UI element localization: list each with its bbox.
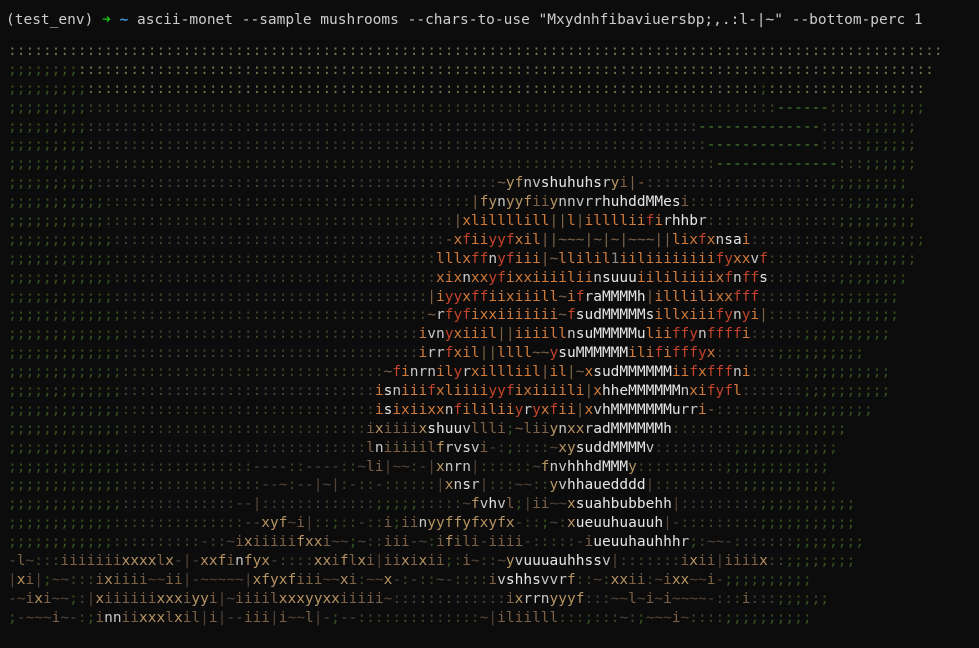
ascii-art-row: ;;;;;;;;;:::::::::::::::::::::::::::::::… [8,118,917,135]
ascii-art-row: ;;;;;;;;;:::::::::::::::::::::::::::::::… [8,99,926,116]
ascii-art-row: ;;;;;;;;;;;;;:::::::::::::::----::----::… [8,458,830,475]
ascii-art-row: ;;;;;;;;;;;:::::::::::::::::::::::::::::… [8,194,917,211]
ascii-art-row: ;;;;;;;;;;::::::::::::::::::::::::::::::… [8,175,908,192]
ascii-art-row: ;;;;;;;;;;;;;:::::::::::::::::::::::::::… [8,439,838,456]
ascii-art-row: ;-~~~i~-:;inniixxxlxil|i|--iii|i~~l|-;--… [8,609,812,626]
ascii-art-row: ;;;;;;;;;;;;;::::::::::::::::--~:--|~|:-… [8,477,838,494]
ascii-art-row: ;;;;;;;;::::::::::::::::::::::::::::::::… [8,61,934,78]
ascii-art-row: ;;;;;;;;;;;;:::::::::::::::--xyf~i|::;::… [8,515,856,532]
ascii-art-row: ;;;;;;;;;;;;::::::::::-::~ixiiiiifxxi~~;… [8,534,864,551]
ascii-art-row: ;;;;;;;;;;;;::::::::::::::::::::::::::::… [8,288,899,305]
current-directory: ~ [119,12,129,28]
ascii-art-row: ;;;;;;;;;;;;::::::::::::::::::::::::::::… [8,269,908,286]
ascii-art-row: ;;;;;;;;;;;;;:::::::::::::::::::::::::::… [8,326,891,343]
ascii-art-row: ;;;;;;;;;:::::::::::::::::::::::::::::::… [8,80,926,97]
ascii-art-row: ;;;;;;;;;;;;;:::::::::::::::::::::::::::… [8,364,891,381]
ascii-art-row: ;;;;;;;;;;;;;:::::::::::::::::::::::::::… [8,383,891,400]
ascii-art-row: ;;;;;;;;;:::::::::::::::::::::::::::::::… [8,137,917,154]
command-prompt-line: (test_env) ➜ ~ ascii-monet --sample mush… [6,10,923,30]
virtualenv-label: (test_env) [6,12,94,28]
ascii-art-row: ;;;;;;;;;;;:::::::::::::::::::::::::::::… [8,213,917,230]
ascii-art-row: ;;;;;;;;;;;;;:::::::::::::::::::::::::::… [8,401,873,418]
ascii-art-row: ;;;;;;;;;;;;;:::::::::::::--|:::::::::::… [8,496,856,513]
ascii-art-row: -~ixi~~;:|xiiiiiixxxiyyi|~iiiilxxxyyxxii… [8,590,830,607]
terminal-window[interactable]: (test_env) ➜ ~ ascii-monet --sample mush… [0,0,979,648]
ascii-art-row: ;;;;;;;;;;;;::::::::::::::::::::::::::::… [8,250,917,267]
ascii-art-row: -l~:::iiiiiiixxxxlx-|-xxfinfyx-::::xxifl… [8,553,856,570]
ascii-art-row: |xi|;~~:::ixiiii~~ii|-~~~~~|xfyxfiii~~xi… [8,571,812,588]
prompt-arrow-icon: ➜ [102,12,111,28]
ascii-art-output: ::::::::::::::::::::::::::::::::::::::::… [8,42,973,628]
ascii-art-row: ;;;;;;;;;;;;;:::::::::::::::::::::::::::… [8,307,899,324]
ascii-art-row: ::::::::::::::::::::::::::::::::::::::::… [8,43,943,59]
command-text: ascii-monet --sample mushrooms --chars-t… [136,12,923,28]
ascii-art-row: ;;;;;;;;;;;;::::::::::::::::::::::::::::… [8,231,926,248]
ascii-art-row: ;;;;;;;;;;;;;:::::::::::::::::::::::::::… [8,345,864,362]
ascii-art-row: ;;;;;;;;;:::::::::::::::::::::::::::::::… [8,156,917,173]
ascii-art-row: ;;;;;;;;;;;;;:::::::::::::::::::::::::::… [8,420,847,437]
